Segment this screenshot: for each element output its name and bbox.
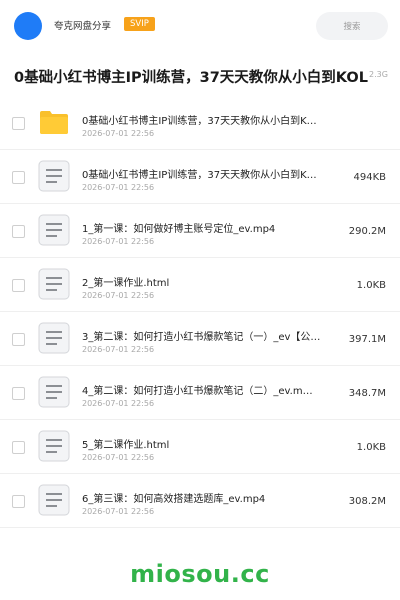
file-date: 2026-07-01 22:56 <box>82 291 155 300</box>
document-icon <box>38 484 70 516</box>
folder-title: 0基础小红书博主IP训练营，37天天教你从小白到KOL <box>14 70 368 86</box>
file-checkbox[interactable] <box>12 387 25 400</box>
document-icon <box>38 430 70 462</box>
file-checkbox[interactable] <box>12 171 25 184</box>
file-name: 6_第三课：如何高效搭建选题库_ev.mp4 <box>82 494 266 505</box>
file-row[interactable]: 0基础小红书博主IP训练营，37天天教你从小白到K… 2026-07-01 22… <box>0 150 400 204</box>
file-checkbox[interactable] <box>12 333 25 346</box>
file-size: 494KB <box>353 172 386 183</box>
file-size: 290.2M <box>348 226 386 237</box>
watermark-text: miosou.cc <box>130 560 270 588</box>
file-row[interactable]: 6_第三课：如何高效搭建选题库_ev.mp4 2026-07-01 22:56 … <box>0 474 400 528</box>
file-date: 2026-07-01 22:56 <box>82 453 155 462</box>
file-name: 3_第二课：如何打造小红书爆款笔记（一）_ev【公… <box>82 332 321 343</box>
file-row[interactable]: 5_第二课作业.html 2026-07-01 22:56 1.0KB <box>0 420 400 474</box>
brand-name: 夸克网盘分享 <box>54 21 112 32</box>
file-name: 1_第一课：如何做好博主账号定位_ev.mp4 <box>82 224 276 235</box>
file-list: 0基础小红书博主IP训练营，37天天教你从小白到K… 2026-07-01 22… <box>0 96 400 528</box>
file-name: 0基础小红书博主IP训练营，37天天教你从小白到K… <box>82 170 317 181</box>
file-size: 348.7M <box>348 388 386 399</box>
file-row[interactable]: 1_第一课：如何做好博主账号定位_ev.mp4 2026-07-01 22:56… <box>0 204 400 258</box>
file-row[interactable]: 0基础小红书博主IP训练营，37天天教你从小白到K… 2026-07-01 22… <box>0 96 400 150</box>
svip-badge: SVIP <box>124 17 155 31</box>
file-date: 2026-07-01 22:56 <box>82 507 155 516</box>
file-size: 1.0KB <box>356 442 386 453</box>
file-row[interactable]: 2_第一课作业.html 2026-07-01 22:56 1.0KB <box>0 258 400 312</box>
file-date: 2026-07-01 22:56 <box>82 129 155 138</box>
file-row[interactable]: 3_第二课：如何打造小红书爆款笔记（一）_ev【公… 2026-07-01 22… <box>0 312 400 366</box>
file-checkbox[interactable] <box>12 279 25 292</box>
file-checkbox[interactable] <box>12 117 25 130</box>
top-bar: 夸克网盘分享 SVIP 搜索 <box>0 0 400 52</box>
folder-size: 2.3G <box>369 70 388 79</box>
file-checkbox[interactable] <box>12 441 25 454</box>
file-date: 2026-07-01 22:56 <box>82 237 155 246</box>
search-input[interactable]: 搜索 <box>316 12 388 40</box>
document-icon <box>38 160 70 192</box>
file-name: 4_第二课：如何打造小红书爆款笔记（二）_ev.m… <box>82 386 313 397</box>
file-name: 0基础小红书博主IP训练营，37天天教你从小白到K… <box>82 116 317 127</box>
file-size: 308.2M <box>348 496 386 507</box>
file-size: 1.0KB <box>356 280 386 291</box>
file-date: 2026-07-01 22:56 <box>82 399 155 408</box>
document-icon <box>38 214 70 246</box>
file-checkbox[interactable] <box>12 225 25 238</box>
file-date: 2026-07-01 22:56 <box>82 345 155 354</box>
file-checkbox[interactable] <box>12 495 25 508</box>
file-row[interactable]: 4_第二课：如何打造小红书爆款笔记（二）_ev.m… 2026-07-01 22… <box>0 366 400 420</box>
file-name: 5_第二课作业.html <box>82 440 170 451</box>
file-size: 397.1M <box>348 334 386 345</box>
avatar[interactable] <box>14 12 42 40</box>
file-date: 2026-07-01 22:56 <box>82 183 155 192</box>
folder-icon <box>40 111 68 134</box>
document-icon <box>38 322 70 354</box>
document-icon <box>38 268 70 300</box>
document-icon <box>38 376 70 408</box>
file-name: 2_第一课作业.html <box>82 278 170 289</box>
